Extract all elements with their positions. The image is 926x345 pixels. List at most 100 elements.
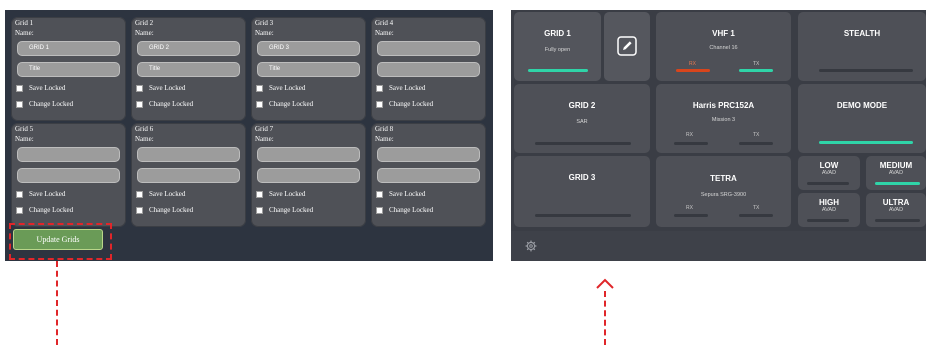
change-locked-row[interactable]: Change Locked xyxy=(136,206,193,214)
grid2-tile[interactable]: GRID 2 SAR xyxy=(514,84,650,153)
save-locked-checkbox[interactable] xyxy=(136,190,143,198)
low-bar xyxy=(807,182,849,185)
change-locked-row[interactable]: Change Locked xyxy=(376,206,433,214)
high-avad-tile[interactable]: HIGH AVAD xyxy=(798,193,860,227)
save-locked-checkbox[interactable] xyxy=(256,190,263,198)
grid-card-7: Grid 7 Name: Save Locked Change Locked xyxy=(251,123,366,227)
grid-title-input[interactable] xyxy=(377,168,480,183)
edit-tile[interactable] xyxy=(604,12,650,81)
grid-name-input[interactable] xyxy=(137,147,240,162)
change-locked-label: Change Locked xyxy=(269,206,314,214)
demo-mode-tile[interactable]: DEMO MODE xyxy=(798,84,926,153)
change-locked-label: Change Locked xyxy=(389,206,434,214)
change-locked-checkbox[interactable] xyxy=(16,100,23,108)
ultra-subtitle: AVAD xyxy=(888,207,904,213)
grid-name-input[interactable]: GRID 3 xyxy=(257,41,360,56)
medium-avad-tile[interactable]: MEDIUM AVAD xyxy=(866,156,926,190)
change-locked-checkbox[interactable] xyxy=(376,100,383,108)
change-locked-checkbox[interactable] xyxy=(376,206,383,214)
stealth-tile[interactable]: STEALTH xyxy=(798,12,926,81)
harris-tx-bar xyxy=(739,142,773,145)
save-locked-checkbox[interactable] xyxy=(16,84,23,92)
grid-editor-panel: Grid 1 Name: GRID 1 Title Save Locked Ch… xyxy=(5,10,493,261)
vhf1-tile[interactable]: VHF 1 Channel 16 RX TX xyxy=(656,12,791,81)
harris-tile[interactable]: Harris PRC152A Mission 3 RX TX xyxy=(656,84,791,153)
change-locked-row[interactable]: Change Locked xyxy=(256,206,313,214)
medium-active-bar xyxy=(875,182,920,185)
tetra-subtitle: Sepura SRG-3900 xyxy=(700,192,747,198)
grid1-tile[interactable]: GRID 1 Fully open xyxy=(514,12,601,81)
save-locked-row[interactable]: Save Locked xyxy=(136,84,185,92)
grid-name-input[interactable] xyxy=(377,147,480,162)
grid1-subtitle: Fully open xyxy=(544,47,571,53)
grid3-bar xyxy=(535,214,631,217)
grid-title-input[interactable] xyxy=(17,168,120,183)
name-label: Name: xyxy=(255,29,274,37)
save-locked-label: Save Locked xyxy=(149,84,186,92)
grid-card-title: Grid 8 xyxy=(375,125,394,133)
grid-title-input[interactable] xyxy=(137,168,240,183)
save-locked-checkbox[interactable] xyxy=(136,84,143,92)
change-locked-checkbox[interactable] xyxy=(136,206,143,214)
medium-title: MEDIUM xyxy=(879,161,913,170)
change-locked-row[interactable]: Change Locked xyxy=(376,100,433,108)
tetra-rx-label: RX xyxy=(686,205,693,211)
grid-card-title: Grid 4 xyxy=(375,19,394,27)
change-locked-label: Change Locked xyxy=(29,100,74,108)
low-avad-tile[interactable]: LOW AVAD xyxy=(798,156,860,190)
grid-title-input[interactable]: Title xyxy=(137,62,240,77)
save-locked-label: Save Locked xyxy=(389,84,426,92)
save-locked-row[interactable]: Save Locked xyxy=(16,84,65,92)
change-locked-row[interactable]: Change Locked xyxy=(256,100,313,108)
save-locked-checkbox[interactable] xyxy=(376,190,383,198)
grid-name-input[interactable]: GRID 2 xyxy=(137,41,240,56)
grid-name-input[interactable]: GRID 1 xyxy=(17,41,120,56)
grid-name-input[interactable] xyxy=(17,147,120,162)
save-locked-row[interactable]: Save Locked xyxy=(256,190,305,198)
change-locked-label: Change Locked xyxy=(149,206,194,214)
change-locked-checkbox[interactable] xyxy=(256,100,263,108)
save-locked-row[interactable]: Save Locked xyxy=(136,190,185,198)
name-label: Name: xyxy=(135,29,154,37)
change-locked-checkbox[interactable] xyxy=(256,206,263,214)
save-locked-label: Save Locked xyxy=(269,84,306,92)
grid3-title: GRID 3 xyxy=(568,173,596,182)
grid-name-input[interactable] xyxy=(377,41,480,56)
ultra-title: ULTRA xyxy=(882,198,910,207)
change-locked-row[interactable]: Change Locked xyxy=(16,100,73,108)
low-subtitle: AVAD xyxy=(821,170,837,176)
change-locked-row[interactable]: Change Locked xyxy=(16,206,73,214)
grid-title-input[interactable]: Title xyxy=(257,62,360,77)
name-label: Name: xyxy=(375,29,394,37)
grid-card-title: Grid 3 xyxy=(255,19,274,27)
name-label: Name: xyxy=(15,29,34,37)
gear-icon[interactable] xyxy=(525,240,537,252)
tetra-tile[interactable]: TETRA Sepura SRG-3900 RX TX xyxy=(656,156,791,227)
grid-title-input[interactable] xyxy=(377,62,480,77)
save-locked-row[interactable]: Save Locked xyxy=(376,190,425,198)
change-locked-row[interactable]: Change Locked xyxy=(136,100,193,108)
save-locked-checkbox[interactable] xyxy=(16,190,23,198)
save-locked-label: Save Locked xyxy=(389,190,426,198)
pencil-icon xyxy=(617,36,637,56)
harris-rx-label: RX xyxy=(686,132,693,138)
grid-title-input[interactable]: Title xyxy=(17,62,120,77)
grid-card-5: Grid 5 Name: Save Locked Change Locked xyxy=(11,123,126,227)
save-locked-row[interactable]: Save Locked xyxy=(256,84,305,92)
grid-name-input[interactable] xyxy=(257,147,360,162)
change-locked-checkbox[interactable] xyxy=(136,100,143,108)
grid-card-8: Grid 8 Name: Save Locked Change Locked xyxy=(371,123,486,227)
save-locked-row[interactable]: Save Locked xyxy=(16,190,65,198)
save-locked-row[interactable]: Save Locked xyxy=(376,84,425,92)
save-locked-label: Save Locked xyxy=(269,190,306,198)
change-locked-checkbox[interactable] xyxy=(16,206,23,214)
change-locked-label: Change Locked xyxy=(389,100,434,108)
grid-title-input[interactable] xyxy=(257,168,360,183)
update-grids-button[interactable]: Update Grids xyxy=(13,229,103,250)
vhf1-tx-bar xyxy=(739,69,773,72)
save-locked-checkbox[interactable] xyxy=(376,84,383,92)
grid3-tile[interactable]: GRID 3 xyxy=(514,156,650,227)
name-label: Name: xyxy=(15,135,34,143)
ultra-avad-tile[interactable]: ULTRA AVAD xyxy=(866,193,926,227)
save-locked-checkbox[interactable] xyxy=(256,84,263,92)
